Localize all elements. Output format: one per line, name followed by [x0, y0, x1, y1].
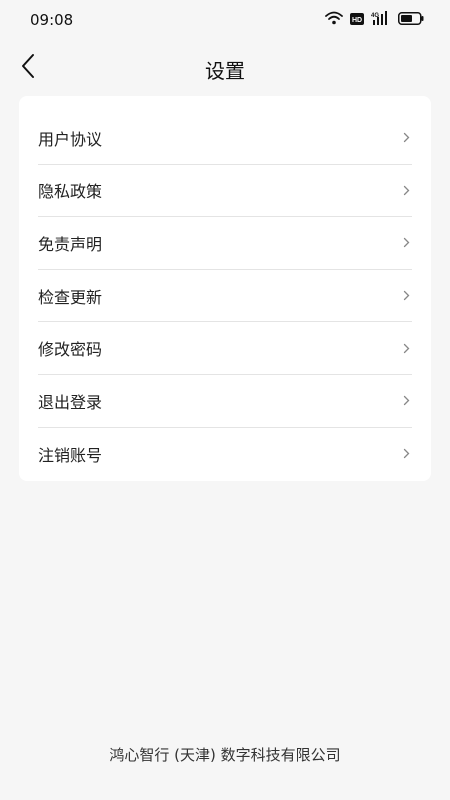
- 4g-signal-icon: 4G: [371, 10, 391, 29]
- hd-icon: HD: [350, 10, 364, 29]
- chevron-right-icon: [403, 132, 412, 143]
- page-title: 设置: [205, 59, 245, 83]
- settings-item-delete-account[interactable]: 注销账号: [38, 428, 412, 481]
- settings-item-check-update[interactable]: 检查更新: [38, 270, 412, 323]
- settings-item-user-agreement[interactable]: 用户协议: [38, 112, 412, 165]
- status-time: 09:08: [30, 11, 74, 29]
- chevron-right-icon: [403, 290, 412, 301]
- chevron-right-icon: [403, 448, 412, 459]
- nav-bar: 设置: [0, 40, 450, 96]
- chevron-right-icon: [403, 343, 412, 354]
- status-bar: 09:08 HD 4G: [0, 0, 450, 40]
- wifi-icon: [325, 10, 343, 29]
- settings-card: 用户协议 隐私政策 免责声明 检查更新 修改密码 退出登录 注销账号: [19, 96, 431, 481]
- status-icons: HD 4G: [325, 10, 424, 29]
- chevron-right-icon: [403, 185, 412, 196]
- settings-item-label: 退出登录: [38, 392, 103, 412]
- settings-item-label: 隐私政策: [38, 182, 103, 202]
- settings-item-label: 免责声明: [38, 234, 103, 254]
- settings-item-label: 检查更新: [38, 287, 103, 307]
- settings-item-change-password[interactable]: 修改密码: [38, 322, 412, 375]
- settings-item-label: 用户协议: [38, 129, 103, 149]
- footer-company-name: 鸿心智行 (天津) 数字科技有限公司: [109, 746, 341, 764]
- settings-item-disclaimer[interactable]: 免责声明: [38, 217, 412, 270]
- chevron-right-icon: [403, 395, 412, 406]
- settings-item-label: 注销账号: [38, 445, 103, 465]
- settings-item-privacy-policy[interactable]: 隐私政策: [38, 165, 412, 218]
- svg-text:HD: HD: [352, 17, 362, 24]
- chevron-right-icon: [403, 237, 412, 248]
- battery-icon: [398, 10, 424, 29]
- settings-item-label: 修改密码: [38, 340, 103, 360]
- settings-item-logout[interactable]: 退出登录: [38, 375, 412, 428]
